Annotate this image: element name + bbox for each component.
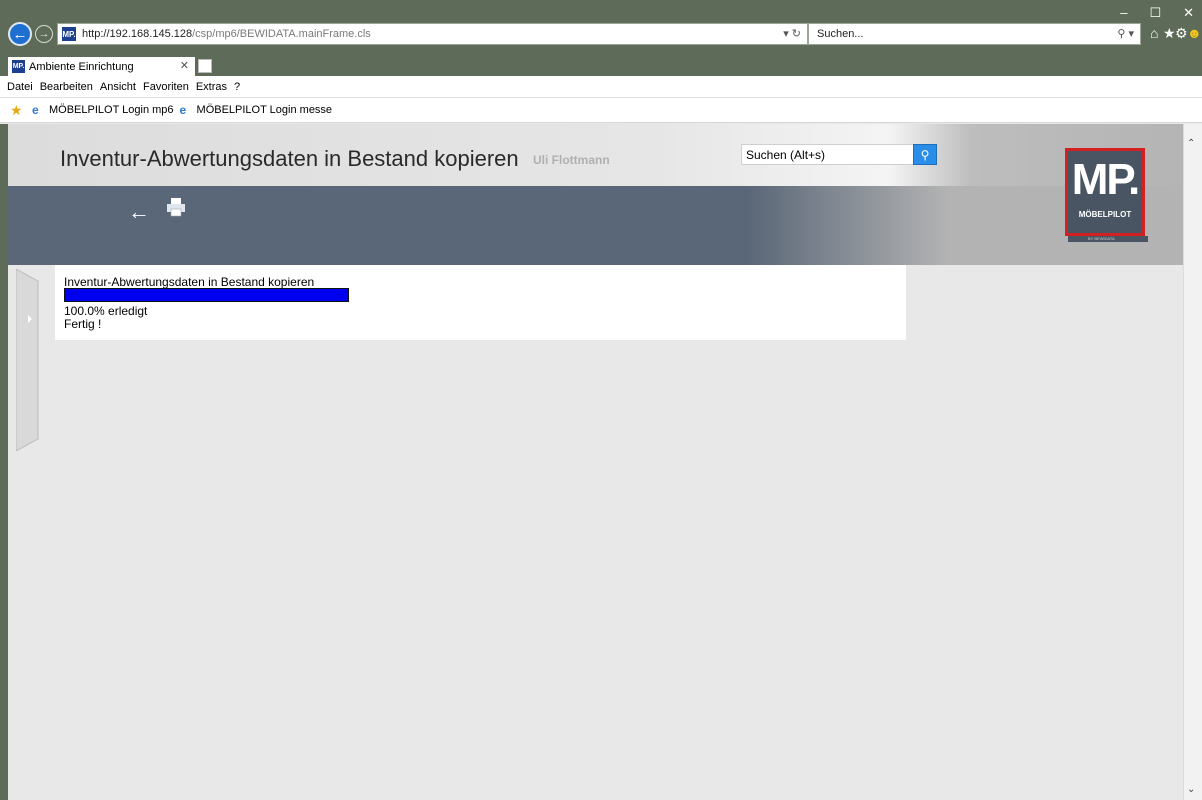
favorites-bar: ★ e MÖBELPILOT Login mp6 e MÖBELPILOT Lo… (0, 98, 1202, 123)
logo-mp-text: MP. (1071, 155, 1141, 204)
menu-help[interactable]: ? (234, 81, 240, 93)
new-tab-button[interactable] (198, 59, 212, 73)
app-search-input[interactable] (742, 145, 896, 164)
browser-back-button[interactable]: ← (8, 22, 32, 46)
search-icon: ⚲ (920, 147, 930, 162)
settings-gear-icon[interactable]: ⚙ (1175, 25, 1188, 42)
scroll-down-icon[interactable]: ⌄ (1187, 784, 1195, 795)
page-viewport: Inventur-Abwertungsdaten in Bestand kopi… (8, 124, 1183, 800)
menu-ansicht[interactable]: Ansicht (100, 81, 136, 93)
moebelpilot-logo: MP. MÖBELPILOT (1065, 148, 1145, 236)
menu-datei[interactable]: Datei (7, 81, 33, 93)
arrow-left-icon: ← (12, 25, 28, 43)
favorite-link-login-messe[interactable]: e MÖBELPILOT Login messe (180, 103, 333, 117)
status-text: Fertig ! (64, 317, 102, 331)
tab-close-icon[interactable]: ✕ (180, 59, 189, 72)
tab-ambiente-einrichtung[interactable]: MP. Ambiente Einrichtung ✕ (8, 57, 195, 76)
vertical-scrollbar[interactable] (1183, 124, 1202, 800)
menu-favoriten[interactable]: Favoriten (143, 81, 189, 93)
close-icon[interactable]: ✕ (1183, 5, 1194, 21)
add-favorite-star-icon[interactable]: ★ (10, 102, 26, 118)
minimize-icon[interactable]: – (1120, 5, 1127, 21)
address-bar[interactable]: MP. http://192.168.145.128/csp/mp6/BEWID… (57, 23, 808, 45)
menu-extras[interactable]: Extras (196, 81, 227, 93)
browser-forward-button[interactable]: → (35, 25, 53, 43)
app-search-field[interactable] (741, 144, 914, 165)
smiley-feedback-icon[interactable]: ☻ (1187, 25, 1202, 41)
home-icon[interactable]: ⌂ (1150, 25, 1158, 41)
menu-bearbeiten[interactable]: Bearbeiten (40, 81, 93, 93)
site-favicon-icon: MP. (62, 27, 76, 41)
address-controls[interactable]: ▾ ↻ (783, 27, 801, 40)
browser-search-input[interactable]: Suchen... (817, 28, 863, 40)
progress-fill (65, 289, 348, 301)
browser-search-bar[interactable]: Suchen... ⚲ ▾ (808, 23, 1141, 45)
back-arrow-icon[interactable]: ← (128, 199, 150, 225)
side-panel-toggle[interactable] (16, 269, 46, 451)
maximize-icon[interactable]: ☐ (1149, 5, 1161, 21)
window-controls: – ☐ ✕ (1120, 5, 1194, 21)
print-icon[interactable] (166, 197, 186, 217)
ie-page-icon: e (179, 103, 187, 117)
favorites-star-icon[interactable]: ★ (1163, 25, 1176, 42)
logo-name: MÖBELPILOT (1078, 210, 1132, 219)
progress-bar (64, 288, 349, 302)
user-name: Uli Flottmann (533, 153, 610, 167)
favorite-label: MÖBELPILOT Login messe (196, 104, 333, 116)
progress-panel: Inventur-Abwertungsdaten in Bestand kopi… (55, 265, 906, 340)
app-search-button[interactable]: ⚲ (913, 144, 937, 165)
tab-label: Ambiente Einrichtung (29, 60, 134, 73)
job-title: Inventur-Abwertungsdaten in Bestand kopi… (64, 275, 315, 289)
ie-page-icon: e (32, 103, 39, 117)
url-path: /csp/mp6/BEWIDATA.mainFrame.cls (192, 28, 371, 40)
dropdown-icon[interactable]: ▾ (783, 28, 789, 40)
address-url[interactable]: http://192.168.145.128/csp/mp6/BEWIDATA.… (82, 28, 371, 40)
menu-bar: Datei Bearbeiten Ansicht Favoriten Extra… (0, 76, 1202, 98)
progress-text: 100.0% erledigt (64, 304, 148, 318)
logo-by-text: BY BEWIDATA (1088, 236, 1115, 241)
window-left-border (0, 124, 8, 800)
tab-favicon-icon: MP. (12, 60, 25, 73)
refresh-icon[interactable]: ↻ (792, 28, 801, 40)
favorite-link-login-mp6[interactable]: e MÖBELPILOT Login mp6 (32, 103, 174, 117)
url-host: http://192.168.145.128 (82, 28, 193, 40)
scroll-up-icon[interactable]: ⌃ (1187, 138, 1195, 149)
arrow-right-icon: → (38, 28, 50, 40)
page-title: Inventur-Abwertungsdaten in Bestand kopi… (60, 146, 519, 171)
search-icon[interactable]: ⚲ ▾ (1117, 27, 1134, 40)
favorite-label: MÖBELPILOT Login mp6 (49, 104, 174, 116)
